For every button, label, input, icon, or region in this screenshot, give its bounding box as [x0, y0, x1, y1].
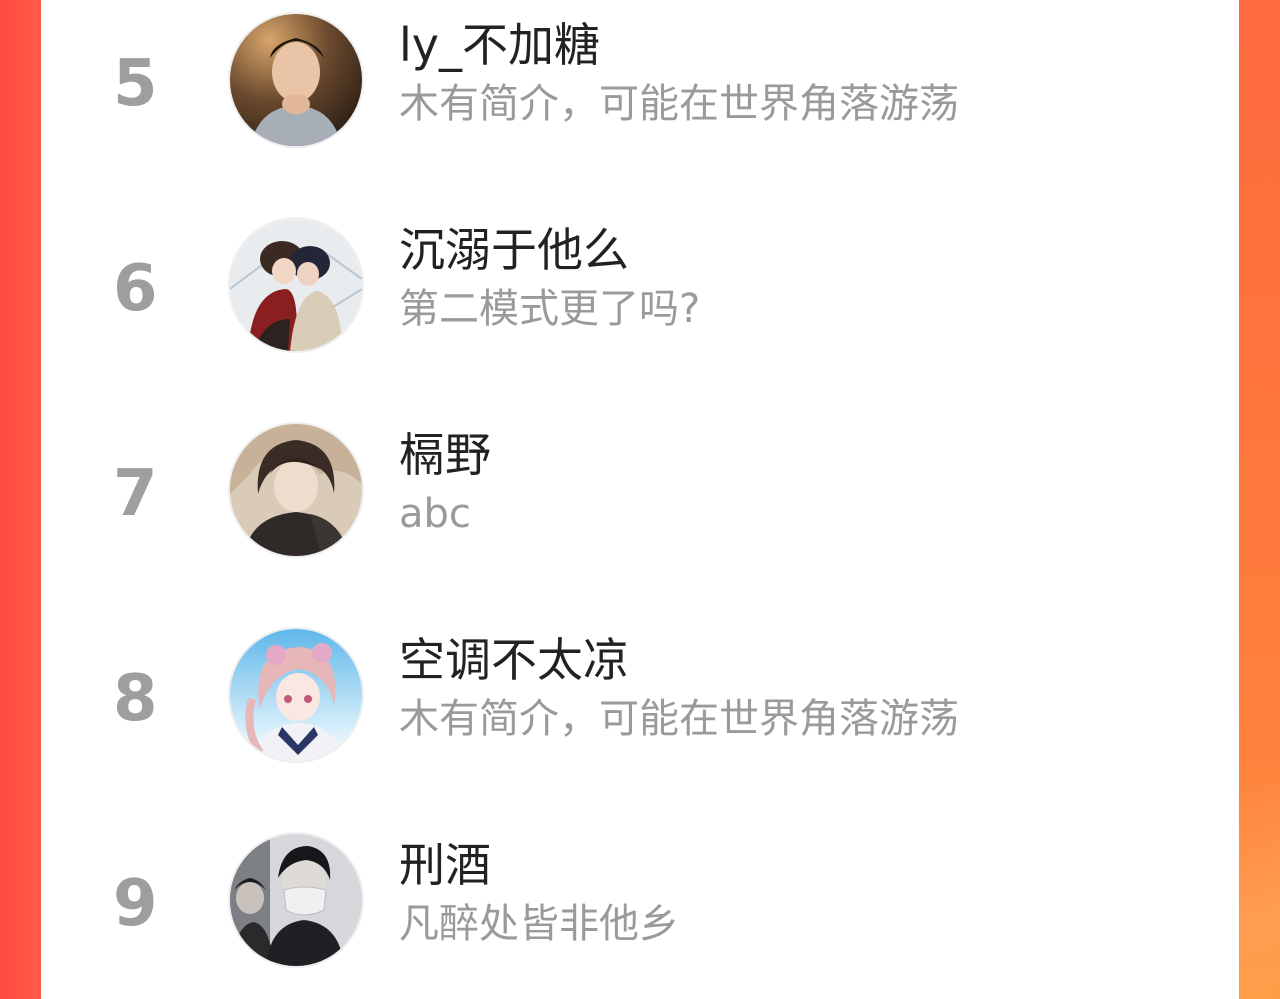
ranking-panel: 5 ly_不加糖 木有简介，可能在世界角落游荡 6 沉溺于他么 第二模式更了吗?…: [41, 0, 1239, 999]
masked-person-photo-avatar[interactable]: [230, 834, 362, 966]
user-name[interactable]: 槅野: [399, 430, 491, 481]
rank-number: 7: [113, 457, 158, 531]
avatar-image: [230, 629, 362, 761]
ranking-list-item[interactable]: 6 沉溺于他么 第二模式更了吗?: [41, 205, 1239, 375]
ranking-list-item[interactable]: 5 ly_不加糖 木有简介，可能在世界角落游荡: [41, 0, 1239, 170]
anime-couple-avatar[interactable]: [230, 219, 362, 351]
user-name[interactable]: ly_不加糖: [399, 20, 600, 71]
avatar-image: [230, 219, 362, 351]
user-name[interactable]: 沉溺于他么: [399, 225, 629, 276]
rank-number: 8: [113, 662, 158, 736]
ranking-list-item[interactable]: 9 刑酒 凡醉处皆非他乡: [41, 820, 1239, 990]
user-bio: 木有简介，可能在世界角落游荡: [399, 81, 959, 127]
right-gradient-edge: [1238, 0, 1280, 999]
user-bio: 凡醉处皆非他乡: [399, 901, 679, 947]
anime-dark-hair-avatar[interactable]: [230, 424, 362, 556]
user-bio: 第二模式更了吗?: [399, 286, 701, 332]
anime-girl-pink-hair-avatar[interactable]: [230, 629, 362, 761]
avatar-image: [230, 834, 362, 966]
ranking-list-item[interactable]: 7 槅野 abc: [41, 410, 1239, 580]
avatar-image: [230, 14, 362, 146]
user-bio: abc: [399, 491, 471, 537]
user-name[interactable]: 空调不太凉: [399, 635, 629, 686]
rank-number: 6: [113, 252, 158, 326]
rank-number: 9: [113, 867, 158, 941]
user-name[interactable]: 刑酒: [399, 840, 491, 891]
avatar-image: [230, 424, 362, 556]
rank-number: 5: [113, 47, 158, 121]
ranking-list-item[interactable]: 8 空调不太凉 木有简介，可能在世界角落游荡: [41, 615, 1239, 785]
user-bio: 木有简介，可能在世界角落游荡: [399, 696, 959, 742]
portrait-photo-avatar[interactable]: [230, 14, 362, 146]
